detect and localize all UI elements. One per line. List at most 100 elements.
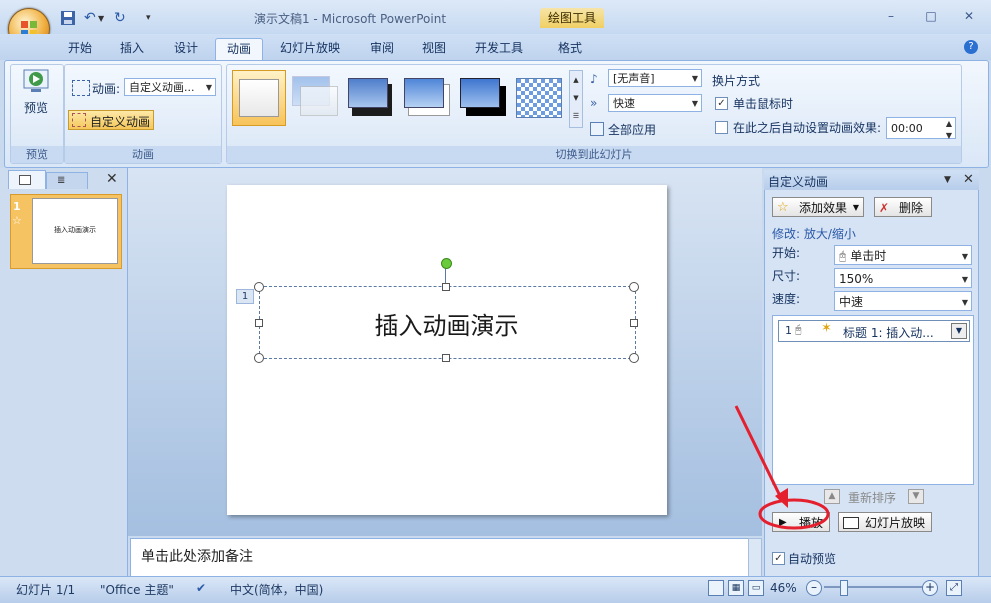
custom-animation-label: 自定义动画 bbox=[90, 115, 151, 129]
transition-group-label: 切换到此幻灯片 bbox=[227, 146, 961, 163]
chevron-down-icon: ▼ bbox=[691, 74, 698, 83]
transition-fade-black-thumb[interactable] bbox=[348, 74, 394, 118]
mouse-icon: 🖰 bbox=[839, 249, 847, 263]
emphasis-star-icon: ✶ bbox=[821, 321, 832, 336]
size-dropdown[interactable]: 150% ▼ bbox=[834, 268, 972, 288]
minimize-button[interactable]: – bbox=[876, 6, 906, 26]
reorder-down-button[interactable]: ▼ bbox=[908, 489, 924, 504]
transition-none-preview bbox=[239, 79, 279, 117]
spellcheck-icon[interactable]: ✔ bbox=[196, 581, 206, 595]
language-indicator[interactable]: 中文(简体，中国) bbox=[230, 581, 323, 598]
normal-view-icon[interactable] bbox=[708, 580, 724, 596]
chevron-down-icon: ▼ bbox=[961, 275, 968, 284]
add-effect-label: 添加效果 bbox=[799, 201, 848, 215]
transition-cut-thumb[interactable] bbox=[404, 76, 450, 118]
transition-sound-value: [无声音] bbox=[613, 72, 655, 85]
zoom-slider-track[interactable] bbox=[824, 586, 924, 588]
tab-insert[interactable]: 插入 bbox=[112, 38, 152, 60]
slideshow-button[interactable]: 幻灯片放映 bbox=[838, 512, 932, 532]
transition-speed-dropdown[interactable]: 快速 ▼ bbox=[608, 94, 702, 112]
resize-handle-e[interactable] bbox=[630, 319, 638, 327]
apply-to-all-button[interactable]: 全部应用 bbox=[590, 120, 680, 138]
task-pane-menu-icon[interactable]: ▼ bbox=[944, 175, 951, 185]
resize-handle-se[interactable] bbox=[629, 353, 639, 363]
tab-format[interactable]: 格式 bbox=[550, 38, 590, 60]
resize-handle-sw[interactable] bbox=[254, 353, 264, 363]
transition-gallery-scroll[interactable]: ▲ ▼ ☰ bbox=[569, 70, 583, 128]
autopreview-checkbox[interactable]: ✓ bbox=[772, 552, 785, 565]
mouse-icon: 🖰 bbox=[795, 323, 802, 336]
remove-effect-label: 删除 bbox=[899, 201, 924, 215]
resize-handle-nw[interactable] bbox=[254, 282, 264, 292]
slide-thumbnail: 插入动画演示 bbox=[32, 198, 118, 264]
transition-sound-dropdown[interactable]: [无声音] ▼ bbox=[608, 69, 702, 87]
slideshow-view-icon[interactable]: ▭ bbox=[748, 580, 764, 596]
animation-group-label: 动画 bbox=[65, 146, 221, 163]
add-effect-button[interactable]: ☆ 添加效果 ▼ bbox=[772, 197, 864, 217]
modify-label: 修改: 放大/缩小 bbox=[772, 227, 856, 241]
on-click-checkbox[interactable]: ✓ bbox=[715, 97, 728, 110]
slideshow-label: 幻灯片放映 bbox=[865, 516, 926, 530]
resize-handle-s[interactable] bbox=[442, 354, 450, 362]
close-pane-icon[interactable]: ✕ bbox=[106, 171, 118, 187]
zoom-in-icon[interactable]: + bbox=[922, 580, 938, 596]
tab-design[interactable]: 设计 bbox=[166, 38, 206, 60]
tab-review[interactable]: 审阅 bbox=[362, 38, 402, 60]
tab-slideshow[interactable]: 幻灯片放映 bbox=[274, 38, 346, 60]
speed-dropdown[interactable]: 中速 ▼ bbox=[834, 291, 972, 311]
help-icon[interactable]: ? bbox=[964, 40, 978, 54]
rotate-handle[interactable] bbox=[441, 258, 452, 269]
slides-tab[interactable] bbox=[8, 170, 46, 189]
animate-dropdown-value: 自定义动画... bbox=[129, 81, 195, 94]
tab-view[interactable]: 视图 bbox=[414, 38, 454, 60]
notes-placeholder[interactable]: 单击此处添加备注 bbox=[141, 546, 253, 566]
resize-handle-n[interactable] bbox=[442, 283, 450, 291]
chevron-down-icon: ▼ bbox=[205, 83, 212, 92]
animate-label: 动画: bbox=[92, 82, 121, 96]
start-label: 开始: bbox=[772, 246, 801, 260]
chevron-down-icon[interactable]: ▼ bbox=[951, 323, 967, 339]
preview-icon bbox=[23, 69, 49, 92]
animate-dropdown[interactable]: 自定义动画... ▼ bbox=[124, 78, 216, 96]
start-dropdown[interactable]: 🖰 单击时 ▼ bbox=[834, 245, 972, 265]
preview-button-label: 预览 bbox=[23, 101, 48, 115]
slideshow-icon bbox=[843, 517, 859, 529]
zoom-level[interactable]: 46% bbox=[770, 581, 797, 595]
custom-animation-button[interactable]: 自定义动画 bbox=[68, 110, 154, 130]
remove-effect-button[interactable]: ✗ 删除 bbox=[874, 197, 932, 217]
close-button[interactable]: ✕ bbox=[954, 6, 984, 26]
apply-all-icon bbox=[590, 122, 604, 136]
advance-slide-title: 换片方式 bbox=[712, 74, 761, 88]
remove-star-icon: ✗ bbox=[879, 201, 890, 215]
resize-handle-ne[interactable] bbox=[629, 282, 639, 292]
restore-button[interactable]: □ bbox=[916, 6, 946, 26]
resize-handle-w[interactable] bbox=[255, 319, 263, 327]
task-pane-close-icon[interactable]: ✕ bbox=[963, 172, 974, 187]
slide-number: 1 bbox=[13, 200, 21, 213]
transition-dissolve-thumb[interactable] bbox=[516, 78, 562, 118]
fit-to-window-icon[interactable]: ⤢ bbox=[946, 580, 962, 596]
preview-button[interactable]: 预览 bbox=[16, 68, 56, 120]
zoom-out-icon[interactable]: – bbox=[806, 580, 822, 596]
outline-tab[interactable]: ≣ bbox=[46, 172, 88, 189]
slide-sorter-icon[interactable]: ▦ bbox=[728, 580, 744, 596]
drawing-tools-context-header: 绘图工具 bbox=[540, 8, 604, 28]
transition-cut-black-thumb[interactable] bbox=[460, 76, 508, 118]
custom-animation-icon bbox=[72, 113, 86, 127]
effect-list-item[interactable]: 1 🖰 ✶ 标题 1: 插入动... ▼ bbox=[778, 320, 970, 342]
auto-advance-time-input[interactable]: 00:00 ▲ ▼ bbox=[886, 117, 956, 140]
star-icon: ☆ bbox=[777, 200, 789, 215]
transition-none-thumb[interactable] bbox=[232, 70, 286, 126]
tab-home[interactable]: 开始 bbox=[60, 38, 100, 60]
auto-advance-checkbox[interactable] bbox=[715, 121, 728, 134]
annotation-arrow bbox=[734, 405, 830, 530]
slide-title-text[interactable]: 插入动画演示 bbox=[259, 306, 634, 341]
tab-animations[interactable]: 动画 bbox=[215, 38, 263, 61]
transition-fade-thumb[interactable] bbox=[292, 76, 338, 116]
speed-value: 中速 bbox=[839, 295, 864, 309]
spin-down-icon[interactable]: ▼ bbox=[946, 125, 952, 147]
start-value: 单击时 bbox=[850, 249, 887, 263]
zoom-slider-thumb[interactable] bbox=[840, 580, 848, 596]
tab-developer[interactable]: 开发工具 bbox=[468, 38, 530, 60]
transition-speed-value: 快速 bbox=[613, 97, 635, 110]
